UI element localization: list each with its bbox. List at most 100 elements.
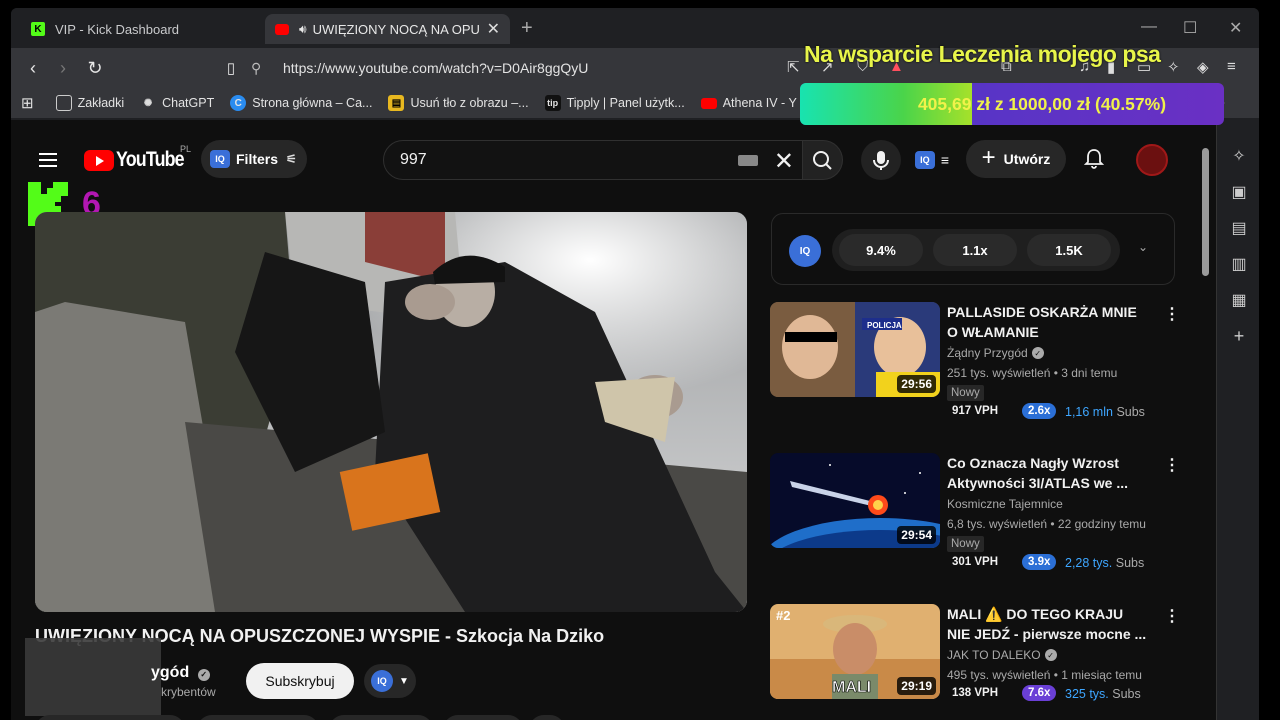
like-button[interactable] — [35, 715, 185, 720]
more-actions-button[interactable] — [529, 715, 565, 720]
bookmark-zakladki[interactable]: Zakładki — [55, 95, 124, 111]
youtube-play-icon — [84, 149, 114, 171]
menu-icon[interactable]: ≡ — [1227, 58, 1236, 75]
video-thumbnail[interactable]: 29:54 — [770, 453, 940, 548]
bookmarks-icon[interactable]: ▥ — [1230, 254, 1248, 273]
bookmark-athena[interactable]: Athena IV - Y — [700, 96, 797, 110]
channel-subs: 325 tys. Subs — [1065, 687, 1141, 701]
video-thumbnail[interactable]: #2 MALI 29:19 — [770, 604, 940, 699]
iq-icon: IQ — [371, 670, 394, 692]
more-options-icon[interactable]: ⋮ — [1164, 304, 1180, 324]
bookmark-label: Tipply | Panel użytk... — [566, 96, 685, 110]
user-avatar[interactable] — [1136, 144, 1168, 176]
voice-search-button[interactable] — [861, 140, 901, 180]
recommendation-item[interactable]: POLICJA 29:56 PALLASIDE OSKARŻA MNIE O W… — [770, 302, 1180, 442]
add-panel-icon[interactable]: + — [1230, 326, 1248, 346]
wallet-icon[interactable]: ▤ — [1230, 218, 1248, 237]
filters-button[interactable]: IQ Filters ⚟ — [201, 140, 307, 178]
bookmark-page-icon[interactable]: ▯ — [219, 56, 243, 80]
chatgpt-icon: ✺ — [143, 97, 153, 109]
iq-dropdown-button[interactable]: IQ ▼ — [364, 664, 416, 698]
channel-text: Kosmiczne Tajemnice — [947, 497, 1063, 511]
video-duration: 29:56 — [897, 375, 936, 393]
tab-youtube-video[interactable]: 🔊︎ UWIĘZIONY NOCĄ NA OPUSZCZONEJ ✕ — [265, 14, 510, 44]
subscribe-button[interactable]: Subskrybuj — [246, 663, 354, 699]
recommendation-meta: 251 tys. wyświetleń • 3 dni temu — [947, 366, 1118, 380]
recommendation-meta: 495 tys. wyświetleń • 1 miesiąc temu — [947, 668, 1142, 682]
bookmark-chatgpt[interactable]: ✺ ChatGPT — [140, 95, 214, 111]
remove-bg-icon: ▤ — [388, 95, 405, 111]
recommendation-title[interactable]: PALLASIDE OSKARŻA MNIE O WŁAMANIE — [947, 302, 1147, 342]
leo-ai-icon[interactable]: ✧ — [1230, 146, 1248, 165]
new-tab-icon[interactable]: + — [521, 17, 533, 40]
keyboard-icon[interactable] — [738, 155, 758, 166]
recommendation-channel[interactable]: JAK TO DALEKO ✓ — [947, 648, 1057, 662]
iq-menu-button[interactable]: IQ ≡ — [908, 140, 956, 180]
expand-stats-icon[interactable]: ⌄ — [1138, 240, 1148, 254]
close-window-icon[interactable]: ✕ — [1229, 18, 1242, 38]
apps-grid-icon[interactable]: ⊞ — [21, 94, 34, 112]
list-icon: ≡ — [940, 152, 950, 168]
stat-multiplier[interactable]: 1.1x — [933, 234, 1017, 266]
multiplier-badge: 3.9x — [1022, 554, 1057, 570]
webcam-overlay — [25, 638, 161, 716]
reading-list-icon[interactable]: ▦ — [1230, 290, 1248, 309]
page-scrollbar[interactable] — [1202, 148, 1209, 276]
recommendation-item[interactable]: 29:54 Co Oznacza Nagły Wzrost Aktywności… — [770, 453, 1180, 593]
leo-icon[interactable]: ✧ — [1167, 58, 1180, 76]
more-options-icon[interactable]: ⋮ — [1164, 606, 1180, 626]
thumbnail-text: POLICJA — [867, 321, 902, 330]
vph-value: 138 VPH — [952, 687, 999, 699]
back-icon[interactable]: ‹ — [21, 56, 45, 80]
notifications-bell-icon[interactable] — [1084, 148, 1104, 170]
stat-engagement[interactable]: 9.4% — [839, 234, 923, 266]
create-button[interactable]: + Utwórz — [966, 140, 1066, 178]
forward-icon[interactable]: › — [51, 56, 75, 80]
tab-kick-dashboard[interactable]: K VIP - Kick Dashboard — [21, 14, 266, 44]
maximize-icon[interactable]: ☐ — [1183, 18, 1197, 38]
donation-progress-text: 405,69 zł z 1000,00 zł (40.57%) — [917, 93, 1167, 114]
open-in-app-icon[interactable]: ⇱ — [787, 58, 800, 76]
youtube-logo[interactable]: YouTube PL — [84, 144, 196, 172]
reload-icon[interactable]: ↻ — [83, 56, 107, 80]
recommendation-title[interactable]: Co Oznacza Nagły Wzrost Aktywności 3I/AT… — [947, 453, 1147, 493]
tab-title: UWIĘZIONY NOCĄ NA OPUSZCZONEJ — [312, 21, 479, 37]
clip-button[interactable] — [443, 715, 523, 720]
search-button[interactable] — [803, 140, 843, 180]
clear-search-icon[interactable]: ✕ — [774, 147, 794, 176]
close-tab-icon[interactable]: ✕ — [487, 19, 500, 39]
video-thumbnail[interactable]: POLICJA 29:56 — [770, 302, 940, 397]
bookmark-canva[interactable]: C Strona główna – Ca... — [230, 95, 372, 111]
hamburger-menu-icon[interactable] — [39, 153, 57, 167]
recommendation-item[interactable]: #2 MALI 29:19 MALI ⚠️ DO TEGO KRAJU NIE … — [770, 604, 1180, 720]
bookmark-tipply[interactable]: tip Tipply | Panel użytk... — [544, 95, 685, 111]
stat-vph[interactable]: 1.5K — [1027, 234, 1111, 266]
address-bar[interactable]: ⚲ https://www.youtube.com/watch?v=D0Air8… — [251, 54, 811, 82]
bookmark-remove-bg[interactable]: ▤ Usuń tło z obrazu –... — [388, 95, 529, 111]
logo-text: YouTube — [116, 148, 185, 171]
stats-group: 9.4% 1.1x 1.5K — [832, 229, 1120, 271]
share-button[interactable] — [197, 715, 319, 720]
video-player[interactable] — [35, 212, 747, 612]
chevron-down-icon: ▼ — [399, 675, 409, 687]
speaker-icon[interactable]: 🔊︎ — [299, 22, 307, 37]
search-icon — [813, 151, 832, 170]
more-options-icon[interactable]: ⋮ — [1164, 455, 1180, 475]
folder-icon — [55, 95, 72, 111]
verified-icon: ✓ — [1031, 347, 1044, 359]
new-badge: Nowy — [947, 536, 984, 552]
channel-name[interactable]: ygód ✓ — [151, 664, 210, 682]
bookmark-label: Strona główna – Ca... — [252, 96, 373, 110]
video-duration: 29:54 — [897, 526, 936, 544]
recommendation-title[interactable]: MALI ⚠️ DO TEGO KRAJU NIE JEDŹ - pierwsz… — [947, 604, 1147, 644]
verified-icon: ✓ — [1044, 649, 1057, 661]
search-input[interactable]: 997 ✕ — [383, 140, 803, 180]
site-settings-icon[interactable]: ⚲ — [251, 60, 271, 77]
recommendation-channel[interactable]: Żądny Przygód ✓ — [947, 346, 1044, 360]
url-text: https://www.youtube.com/watch?v=D0Air8gg… — [283, 60, 589, 76]
vpn-icon[interactable]: ◈ — [1197, 58, 1209, 76]
recommendation-channel[interactable]: Kosmiczne Tajemnice — [947, 497, 1063, 511]
minimize-icon[interactable]: — — [1141, 18, 1157, 36]
media-icon[interactable]: ▣ — [1230, 182, 1248, 201]
save-button[interactable] — [329, 715, 433, 720]
